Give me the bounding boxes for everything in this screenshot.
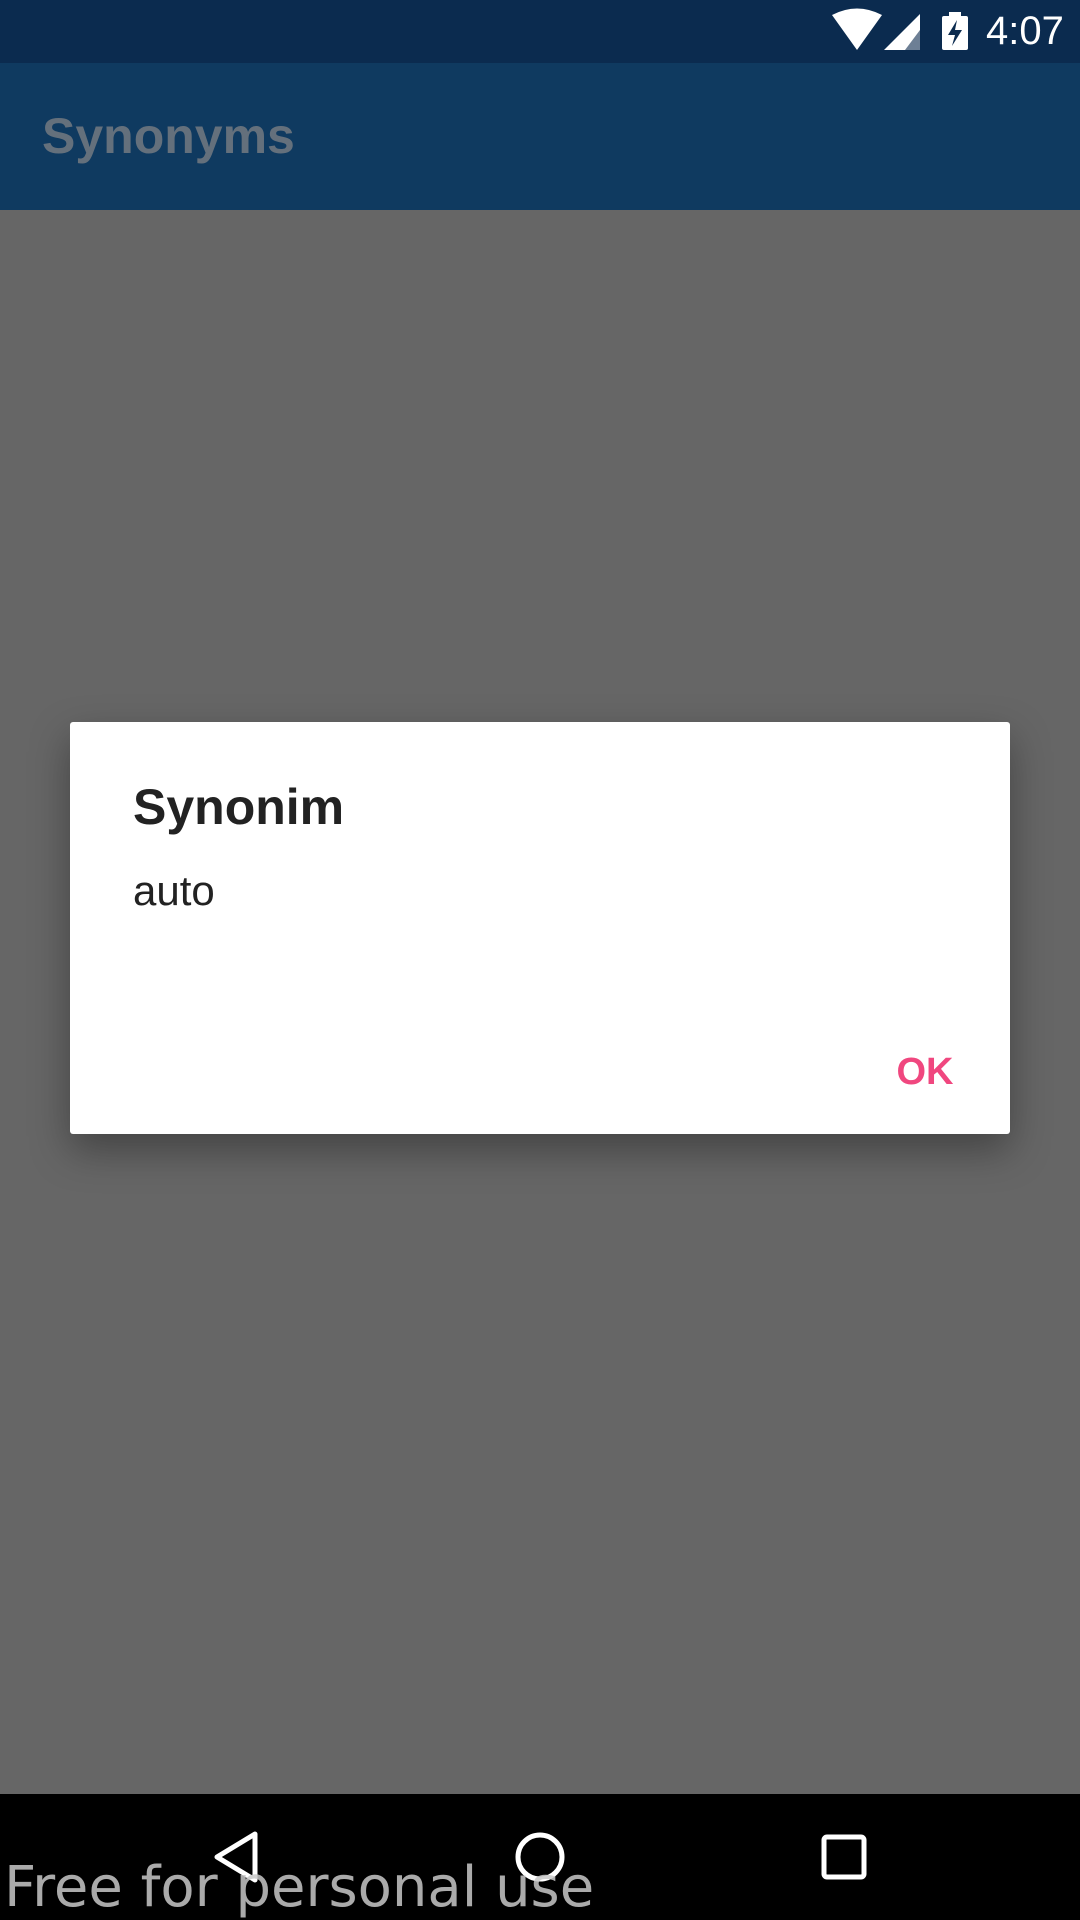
status-icons [832,8,968,50]
status-time: 4:07 [986,9,1064,53]
status-bar: 4:07 [0,0,1080,63]
app-bar: Synonyms [0,63,1080,210]
app-title: Synonyms [42,108,295,164]
dialog-message: auto [133,867,215,914]
screen: 4:07 Synonyms Synonim auto OK Free for p… [0,0,1080,1920]
wifi-icon [832,8,882,50]
battery-charging-icon [942,12,968,50]
dialog-title: Synonim [133,779,345,835]
watermark-text: Free for personal use [4,1855,595,1920]
recents-button[interactable] [764,1794,924,1920]
recents-icon [821,1834,867,1880]
ok-button[interactable]: OK [870,1042,980,1102]
synonym-dialog: Synonim auto OK [70,722,1010,1134]
